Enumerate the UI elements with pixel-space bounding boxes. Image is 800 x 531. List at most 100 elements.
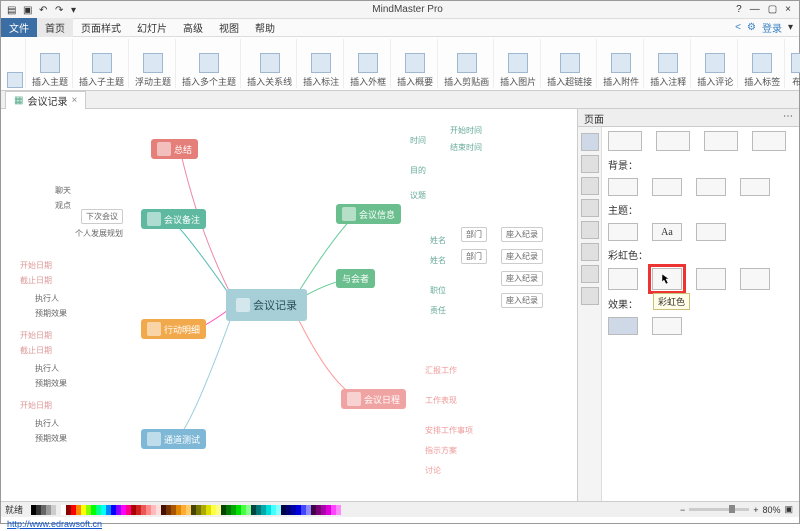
leaf[interactable]: 议题 — [406, 189, 430, 202]
menu-help[interactable]: 帮助 — [247, 18, 283, 37]
leaf[interactable]: 职位 — [426, 284, 450, 297]
bg-opt-3[interactable] — [696, 178, 726, 196]
leaf[interactable]: 汇报工作 — [421, 364, 461, 377]
min-icon[interactable]: — — [750, 4, 760, 15]
color-palette[interactable] — [31, 505, 670, 515]
insert-topic-icon[interactable] — [40, 53, 60, 73]
share-icon[interactable]: < — [735, 22, 741, 33]
zoom-slider[interactable] — [689, 508, 749, 511]
layout-opt-1[interactable] — [608, 131, 642, 151]
menu-home[interactable]: 首页 — [37, 18, 73, 37]
theme-opt-1[interactable] — [608, 223, 638, 241]
leaf[interactable]: 个人发展规划 — [71, 227, 127, 240]
layout-opt-4[interactable] — [752, 131, 786, 151]
leaf[interactable]: 截止日期 — [16, 344, 56, 357]
canvas[interactable]: 会议记录 总结 会议备注 行动明细 通道测试 会议信息 与会者 会议日程 聊天 … — [1, 109, 577, 501]
file-menu[interactable]: 文件 — [1, 18, 37, 37]
hyperlink-icon[interactable] — [560, 53, 580, 73]
bg-opt-4[interactable] — [740, 178, 770, 196]
note-icon[interactable] — [658, 53, 678, 73]
leaf[interactable]: 执行人 — [31, 417, 63, 430]
leaf[interactable]: 座入纪录 — [501, 271, 543, 286]
login-dropdown-icon[interactable]: ▾ — [788, 22, 793, 33]
summary-icon[interactable] — [405, 53, 425, 73]
qa-doc-icon[interactable]: ▤ — [7, 5, 17, 15]
float-topic-icon[interactable] — [143, 53, 163, 73]
paste-icon[interactable] — [7, 72, 23, 88]
leaf[interactable]: 目的 — [406, 164, 430, 177]
menu-slides[interactable]: 幻灯片 — [129, 18, 175, 37]
qa-more-icon[interactable]: ▾ — [71, 5, 81, 15]
leaf[interactable]: 预期效果 — [31, 432, 71, 445]
leaf[interactable]: 执行人 — [31, 292, 63, 305]
branch-info[interactable]: 会议信息 — [336, 204, 401, 224]
leaf[interactable]: 座入纪录 — [501, 293, 543, 308]
leaf[interactable]: 安排工作事项 — [421, 424, 477, 437]
login-button[interactable]: 登录 — [762, 20, 782, 35]
leaf[interactable]: 姓名 — [426, 234, 450, 247]
bg-opt-1[interactable] — [608, 178, 638, 196]
sidetab-task[interactable] — [581, 243, 599, 261]
leaf[interactable]: 时间 — [406, 134, 430, 147]
side-menu-icon[interactable]: ⋯ — [783, 111, 793, 124]
qa-save-icon[interactable]: ▣ — [23, 5, 33, 15]
document-tab[interactable]: ▦ 会议记录 × — [5, 91, 86, 109]
clipart-icon[interactable] — [457, 53, 477, 73]
rainbow-opt-1[interactable] — [608, 268, 638, 290]
leaf[interactable]: 截止日期 — [16, 274, 56, 287]
rainbow-opt-3[interactable] — [696, 268, 726, 290]
menu-pagestyle[interactable]: 页面样式 — [73, 18, 129, 37]
swatch[interactable] — [336, 505, 341, 515]
qa-undo-icon[interactable]: ↶ — [39, 5, 49, 15]
footer-link[interactable]: http://www.edrawsoft.cn — [7, 519, 102, 529]
leaf[interactable]: 责任 — [426, 304, 450, 317]
theme-opt-3[interactable] — [696, 223, 726, 241]
rainbow-opt-4[interactable] — [740, 268, 770, 290]
layout-opt-3[interactable] — [704, 131, 738, 151]
callout-icon[interactable] — [311, 53, 331, 73]
leaf[interactable]: 预期效果 — [31, 377, 71, 390]
leaf[interactable]: 姓名 — [426, 254, 450, 267]
sidetab-search[interactable] — [581, 287, 599, 305]
leaf[interactable]: 观点 — [51, 199, 75, 212]
help-icon[interactable]: ? — [736, 4, 742, 15]
branch-test[interactable]: 通道测试 — [141, 429, 206, 449]
comment-icon[interactable] — [705, 53, 725, 73]
layout-icon[interactable] — [791, 53, 800, 73]
branch-summary[interactable]: 总结 — [151, 139, 198, 159]
insert-subtopic-icon[interactable] — [92, 53, 112, 73]
relation-icon[interactable] — [260, 53, 280, 73]
branch-attendees[interactable]: 与会者 — [336, 269, 375, 288]
fit-icon[interactable]: ▣ — [784, 504, 793, 515]
leaf[interactable]: 预期效果 — [31, 307, 71, 320]
leaf[interactable]: 座入纪录 — [501, 227, 543, 242]
menu-advanced[interactable]: 高级 — [175, 18, 211, 37]
cloud-icon[interactable]: ⚙ — [747, 22, 756, 33]
sidetab-icon[interactable] — [581, 177, 599, 195]
leaf[interactable]: 聊天 — [51, 184, 75, 197]
leaf[interactable]: 部门 — [461, 249, 487, 264]
sidetab-history[interactable] — [581, 265, 599, 283]
multi-topic-icon[interactable] — [199, 53, 219, 73]
leaf[interactable]: 执行人 — [31, 362, 63, 375]
branch-agenda[interactable]: 会议日程 — [341, 389, 406, 409]
leaf[interactable]: 座入纪录 — [501, 249, 543, 264]
leaf[interactable]: 工作表现 — [421, 394, 461, 407]
leaf[interactable]: 结束时间 — [446, 141, 486, 154]
leaf[interactable]: 部门 — [461, 227, 487, 242]
theme-opt-2[interactable]: Aa — [652, 223, 682, 241]
image-icon[interactable] — [508, 53, 528, 73]
close-icon[interactable]: × — [785, 4, 791, 15]
leaf[interactable]: 开始日期 — [16, 399, 56, 412]
branch-notes[interactable]: 会议备注 — [141, 209, 206, 229]
sidetab-layout[interactable] — [581, 155, 599, 173]
leaf[interactable]: 开始日期 — [16, 259, 56, 272]
center-topic[interactable]: 会议记录 — [226, 289, 307, 321]
zoom-in-icon[interactable]: + — [753, 505, 758, 515]
boundary-icon[interactable] — [358, 53, 378, 73]
leaf[interactable]: 讨论 — [421, 464, 445, 477]
qa-redo-icon[interactable]: ↷ — [55, 5, 65, 15]
branch-action[interactable]: 行动明细 — [141, 319, 206, 339]
max-icon[interactable]: ▢ — [768, 4, 777, 15]
rainbow-opt-2[interactable]: 彩虹色 — [652, 268, 682, 290]
